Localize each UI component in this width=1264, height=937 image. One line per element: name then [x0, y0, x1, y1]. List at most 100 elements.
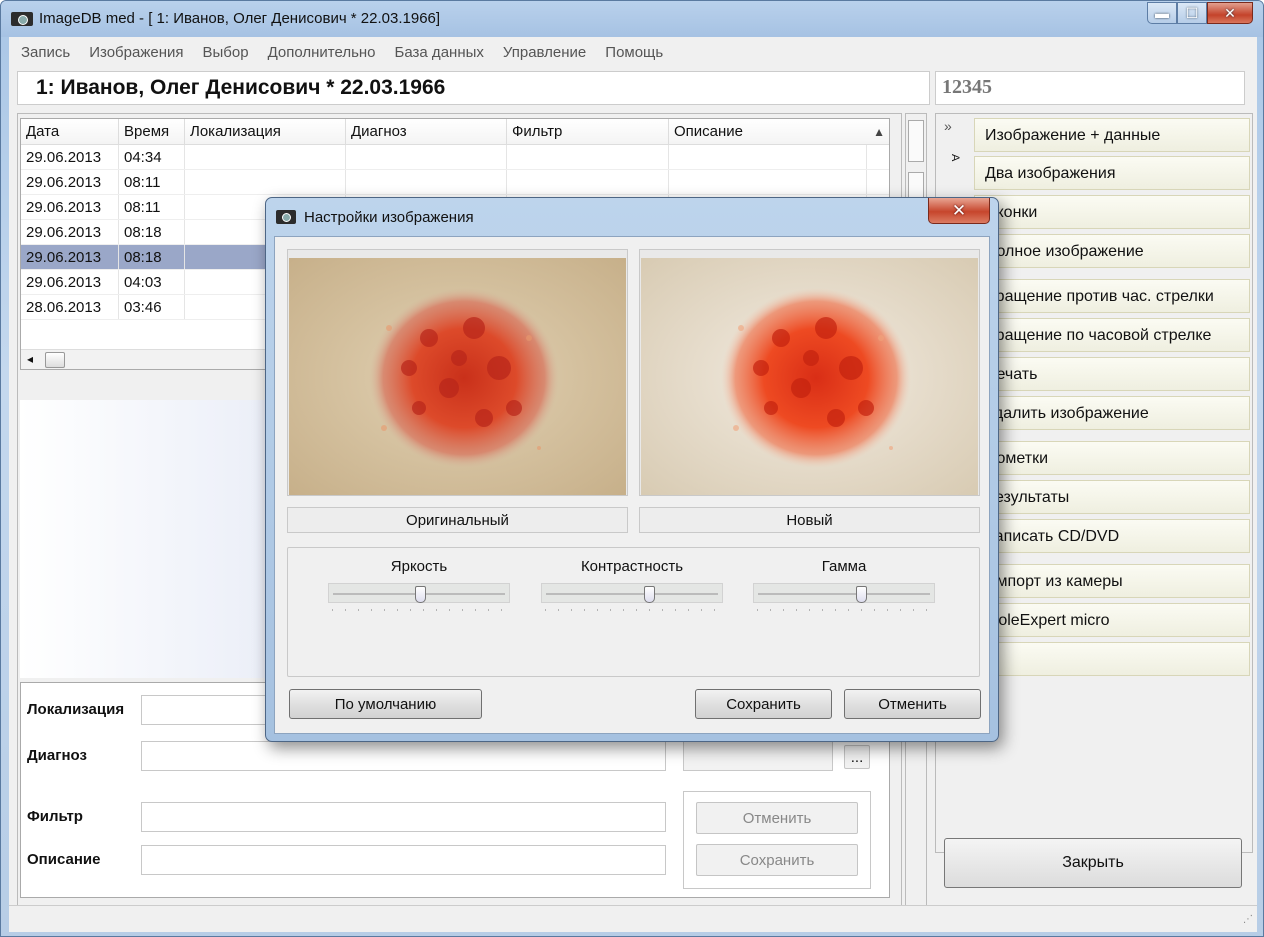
gamma-slider[interactable]: [753, 583, 935, 603]
contrast-ticks: [545, 605, 719, 613]
column-header-localization[interactable]: Локализация: [185, 119, 346, 144]
camera-icon: [11, 12, 33, 26]
table-row[interactable]: 29.06.2013 08:11: [21, 170, 889, 195]
new-caption: Новый: [639, 507, 980, 533]
menu-images[interactable]: Изображения: [89, 44, 183, 61]
action-button[interactable]: Изображение + данные: [974, 118, 1250, 152]
scroll-left-icon[interactable]: ◂: [27, 352, 33, 366]
default-button[interactable]: По умолчанию: [289, 689, 482, 719]
minimize-button[interactable]: ▬: [1147, 2, 1177, 24]
action-button[interactable]: Импорт из камеры: [974, 564, 1250, 598]
action-button[interactable]: Записать CD/DVD: [974, 519, 1250, 553]
maximize-button[interactable]: ☐: [1177, 2, 1207, 24]
menu-help[interactable]: Помощь: [605, 44, 663, 61]
cell-date: 29.06.2013: [21, 270, 119, 294]
diagnosis-input[interactable]: [141, 741, 666, 771]
original-image: [289, 258, 626, 495]
patient-header: 1: Иванов, Олег Денисович * 22.03.1966: [17, 71, 930, 105]
cell-date: 29.06.2013: [21, 245, 119, 269]
gamma-label: Гамма: [821, 558, 867, 575]
form-cancel-button[interactable]: Отменить: [696, 802, 858, 834]
table-row[interactable]: 29.06.2013 04:34: [21, 145, 889, 170]
cell-time: 03:46: [119, 295, 185, 319]
column-header-description[interactable]: Описание: [669, 119, 867, 144]
action-button[interactable]: Вращение против час. стрелки: [974, 279, 1250, 313]
close-button[interactable]: Закрыть: [944, 838, 1242, 888]
patient-name: 1: Иванов, Олег Денисович * 22.03.1966: [36, 76, 446, 99]
status-bar: ⋰: [9, 905, 1257, 929]
menu-record[interactable]: Запись: [21, 44, 70, 61]
brightness-slider[interactable]: [328, 583, 510, 603]
column-header-time[interactable]: Время: [119, 119, 185, 144]
brightness-slider-thumb[interactable]: [414, 586, 426, 603]
action-button[interactable]: Удалить изображение: [974, 396, 1250, 430]
gamma-slider-thumb[interactable]: [855, 586, 867, 603]
action-button[interactable]: Результаты: [974, 480, 1250, 514]
brightness-ticks: [332, 605, 506, 613]
close-window-button[interactable]: ✕: [1207, 2, 1253, 24]
patient-id-box: 12345: [935, 71, 1245, 105]
new-image: [641, 258, 978, 495]
cell-time: 08:18: [119, 220, 185, 244]
contrast-slider[interactable]: [541, 583, 723, 603]
diagnosis-code-input[interactable]: [683, 741, 833, 771]
slider-track-line: [546, 593, 718, 595]
contrast-label: Контрастность: [580, 558, 684, 575]
filter-label: Фильтр: [27, 808, 83, 825]
save-button[interactable]: Сохранить: [695, 689, 832, 719]
cell-empty: [185, 145, 346, 169]
dialog-close-button[interactable]: ✕: [928, 198, 990, 224]
filter-input[interactable]: [141, 802, 666, 832]
camera-icon: [276, 210, 296, 224]
browse-button[interactable]: ...: [844, 745, 870, 769]
window-title: ImageDB med - [ 1: Иванов, Олег Денисови…: [39, 10, 441, 27]
action-button[interactable]: Печать: [974, 357, 1250, 391]
cell-empty: [346, 170, 507, 194]
image-settings-dialog: Настройки изображения ✕ Оригинальный Нов…: [265, 197, 999, 742]
table-header: Дата Время Локализация Диагноз Фильтр Оп…: [21, 119, 889, 145]
scroll-thumb[interactable]: [45, 352, 65, 368]
action-button[interactable]: Вращение по часовой стрелке: [974, 318, 1250, 352]
brightness-group: Яркость: [328, 558, 510, 613]
menu-extra[interactable]: Дополнительно: [268, 44, 376, 61]
column-header-date[interactable]: Дата: [21, 119, 119, 144]
cell-date: 28.06.2013: [21, 295, 119, 319]
app-window: ImageDB med - [ 1: Иванов, Олег Денисови…: [0, 0, 1264, 937]
menu-bar: Запись Изображения Выбор Дополнительно Б…: [9, 37, 1257, 67]
diagnosis-label: Диагноз: [27, 747, 87, 764]
original-image-frame: [287, 249, 628, 496]
cancel-button[interactable]: Отменить: [844, 689, 981, 719]
description-input[interactable]: [141, 845, 666, 875]
action-button[interactable]: Пометки: [974, 441, 1250, 475]
contrast-slider-thumb[interactable]: [643, 586, 655, 603]
collapse-chevron-icon[interactable]: »: [944, 118, 952, 134]
cell-time: 04:34: [119, 145, 185, 169]
action-button[interactable]: [974, 642, 1250, 676]
title-bar[interactable]: ImageDB med - [ 1: Иванов, Олег Денисови…: [1, 1, 1263, 37]
localization-label: Локализация: [27, 701, 125, 718]
cell-date: 29.06.2013: [21, 220, 119, 244]
brightness-label: Яркость: [390, 558, 448, 575]
menu-manage[interactable]: Управление: [503, 44, 586, 61]
window-controls: ▬ ☐ ✕: [1147, 2, 1253, 24]
action-button[interactable]: Иконки: [974, 195, 1250, 229]
cell-date: 29.06.2013: [21, 170, 119, 194]
menu-select[interactable]: Выбор: [203, 44, 249, 61]
form-save-button[interactable]: Сохранить: [696, 844, 858, 876]
contrast-group: Контрастность: [541, 558, 723, 613]
action-button[interactable]: MoleExpert micro: [974, 603, 1250, 637]
new-image-frame: [639, 249, 980, 496]
cell-empty: [507, 170, 669, 194]
scroll-up-icon[interactable]: ▲: [873, 125, 885, 139]
splitter-slot-top[interactable]: [908, 120, 924, 162]
action-button[interactable]: Полное изображение: [974, 234, 1250, 268]
action-button[interactable]: Два изображения: [974, 156, 1250, 190]
resize-grip-icon[interactable]: ⋰: [1243, 914, 1253, 925]
cell-empty: [507, 145, 669, 169]
dialog-title: Настройки изображения: [304, 209, 474, 226]
column-header-diagnosis[interactable]: Диагноз: [346, 119, 507, 144]
cell-empty: [669, 170, 867, 194]
menu-database[interactable]: База данных: [395, 44, 484, 61]
column-header-filter[interactable]: Фильтр: [507, 119, 669, 144]
slider-track-line: [758, 593, 930, 595]
